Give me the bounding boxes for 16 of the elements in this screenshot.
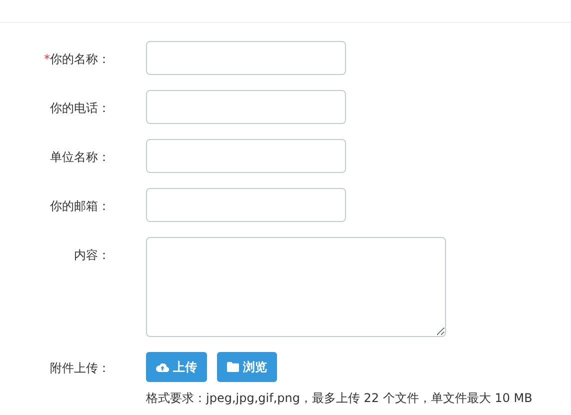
input-field[interactable] (146, 41, 346, 75)
input-field[interactable] (146, 90, 346, 124)
format-hint: 格式要求：jpeg,jpg,gif,png，最多上传 22 个文件，单文件最大 10 MB (146, 390, 532, 407)
browse-button[interactable]: 浏览 (217, 352, 277, 382)
field-label: *你的名称： (44, 51, 110, 68)
field-label: 附件上传： (50, 360, 110, 377)
input-field[interactable] (146, 188, 346, 222)
field-label: 单位名称： (50, 149, 110, 166)
input-field[interactable] (146, 139, 346, 173)
upload-button[interactable]: 上传 (146, 352, 207, 382)
content-textarea[interactable] (146, 237, 446, 337)
field-label: 内容： (74, 247, 110, 264)
field-label: 你的邮箱： (50, 198, 110, 215)
field-label: 你的电话： (50, 100, 110, 117)
cloud-upload-icon (156, 362, 169, 372)
folder-icon (227, 362, 239, 372)
